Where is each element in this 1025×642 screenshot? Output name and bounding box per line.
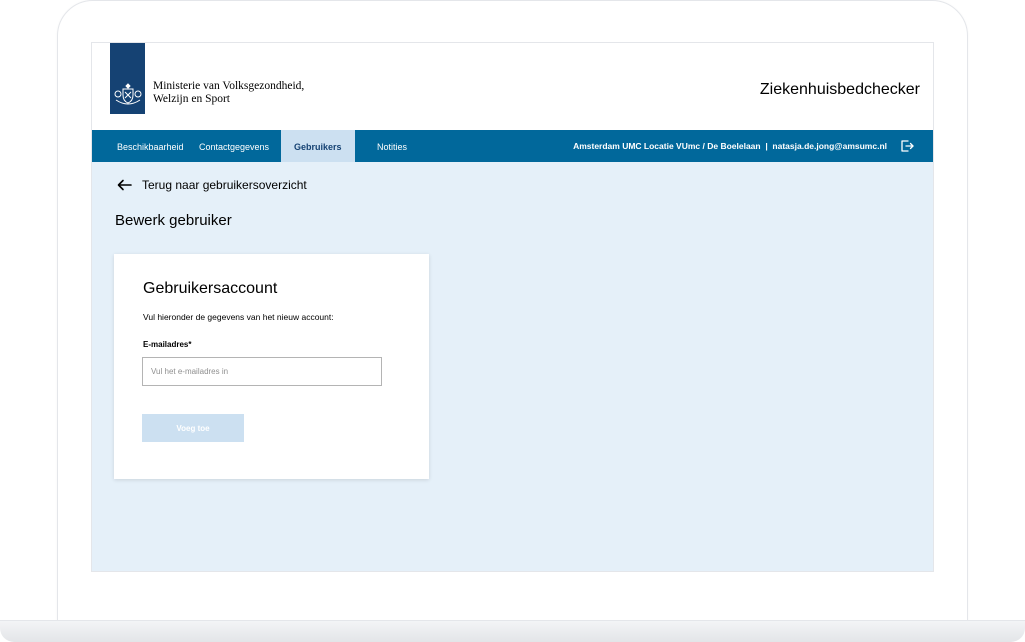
coat-of-arms-icon bbox=[114, 83, 141, 105]
user-info: Amsterdam UMC Locatie VUmc / De Boelelaa… bbox=[573, 141, 887, 151]
header: Ministerie van Volksgezondheid, Welzijn … bbox=[92, 43, 933, 130]
back-link-label: Terug naar gebruikersoverzicht bbox=[142, 178, 307, 192]
page-title: Bewerk gebruiker bbox=[115, 212, 232, 229]
email-label: E-mailadres* bbox=[143, 340, 192, 349]
add-user-button[interactable]: Voeg toe bbox=[142, 414, 244, 442]
app-window: Ministerie van Volksgezondheid, Welzijn … bbox=[91, 42, 934, 572]
main-content: Terug naar gebruikersoverzicht Bewerk ge… bbox=[92, 162, 933, 571]
ministry-name: Ministerie van Volksgezondheid, Welzijn … bbox=[153, 80, 373, 106]
ministry-name-line1: Ministerie van Volksgezondheid, bbox=[153, 80, 305, 92]
tab-beschikbaarheid[interactable]: Beschikbaarheid bbox=[117, 130, 184, 162]
logout-icon[interactable] bbox=[900, 139, 914, 153]
ministry-name-line2: Welzijn en Sport bbox=[153, 93, 231, 105]
card-description: Vul hieronder de gegevens van het nieuw … bbox=[143, 312, 334, 322]
user-account-card: Gebruikersaccount Vul hieronder de gegev… bbox=[114, 254, 429, 479]
tab-gebruikers[interactable]: Gebruikers bbox=[281, 130, 355, 162]
arrow-left-icon bbox=[117, 179, 132, 191]
tab-contactgegevens[interactable]: Contactgegevens bbox=[199, 130, 269, 162]
email-input[interactable] bbox=[142, 357, 382, 386]
card-title: Gebruikersaccount bbox=[143, 280, 278, 297]
main-navigation: Beschikbaarheid Contactgegevens Gebruike… bbox=[92, 130, 933, 162]
tab-notities[interactable]: Notities bbox=[377, 130, 407, 162]
app-title: Ziekenhuisbedchecker bbox=[759, 81, 920, 98]
back-link[interactable]: Terug naar gebruikersoverzicht bbox=[117, 177, 307, 193]
rijksoverheid-logo bbox=[110, 43, 145, 114]
laptop-base bbox=[0, 620, 1025, 642]
